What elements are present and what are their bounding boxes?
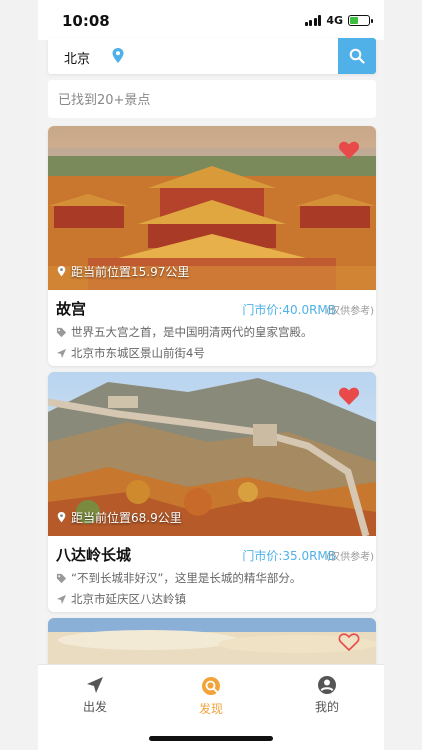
network-type: 4G	[326, 14, 343, 27]
tag-icon	[56, 327, 67, 337]
distance-label: 距当前位置15.97公里	[56, 263, 189, 280]
navigation-arrow-icon	[56, 594, 67, 604]
tab-discover[interactable]: 发现	[176, 675, 246, 717]
description-row: 世界五大宫之首，是中国明清两代的皇家宫殿。	[56, 324, 376, 340]
app-screen: 10:08 4G 北京 已找到20+景点 距当前位置15.97公里 故宫 门市价…	[38, 0, 384, 750]
tab-mine[interactable]: 我的	[292, 675, 362, 715]
tab-depart[interactable]: 出发	[60, 675, 130, 715]
battery-icon	[348, 15, 373, 26]
description-row: “不到长城非好汉”，这里是长城的精华部分。	[56, 570, 376, 586]
city-selector[interactable]: 北京	[64, 48, 90, 67]
ticket-price: 门市价:35.0RMB	[242, 549, 336, 563]
ticket-price: 门市价:40.0RMB	[242, 303, 336, 317]
home-indicator[interactable]	[149, 736, 273, 741]
distance-text: 距当前位置15.97公里	[71, 265, 190, 279]
price-note: (仅供参考)	[326, 552, 374, 563]
navigation-arrow-icon	[87, 677, 103, 693]
search-button[interactable]	[338, 38, 376, 74]
tag-icon	[56, 573, 67, 583]
tab-label: 我的	[314, 700, 339, 714]
results-count: 已找到20+景点	[48, 80, 376, 118]
scenic-info: 故宫 门市价:40.0RMB (仅供参考) 世界五大宫之首，是中国明清两代的皇家…	[48, 290, 376, 366]
favorite-heart-outline-icon[interactable]	[338, 632, 360, 652]
user-icon	[318, 676, 336, 694]
discover-search-icon	[202, 677, 220, 695]
favorite-heart-icon[interactable]	[338, 386, 360, 406]
scenic-info: 八达岭长城 门市价:35.0RMB (仅供参考) “不到长城非好汉”，这里是长城…	[48, 536, 376, 612]
location-pin-icon	[57, 266, 66, 277]
address-row: 北京市延庆区八达岭镇	[56, 591, 376, 607]
distance-text: 距当前位置68.9公里	[71, 511, 182, 525]
location-pin-icon[interactable]	[110, 47, 126, 65]
navigation-arrow-icon	[56, 348, 67, 358]
scenic-address: 北京市东城区景山前街4号	[71, 346, 205, 360]
distance-label: 距当前位置68.9公里	[56, 509, 182, 526]
scenic-address: 北京市延庆区八达岭镇	[71, 592, 186, 606]
signal-icon	[304, 15, 322, 26]
scenic-card[interactable]: 距当前位置15.97公里 故宫 门市价:40.0RMB (仅供参考) 世界五大宫…	[48, 126, 376, 366]
scenic-photo: 距当前位置68.9公里	[48, 372, 376, 536]
status-bar: 10:08 4G	[38, 0, 384, 40]
price-note: (仅供参考)	[326, 306, 374, 317]
location-pin-icon	[57, 512, 66, 523]
status-time: 10:08	[62, 12, 110, 30]
scenic-photo: 距当前位置15.97公里	[48, 126, 376, 290]
scenic-description: 世界五大宫之首，是中国明清两代的皇家宫殿。	[71, 325, 313, 339]
search-icon	[349, 48, 365, 64]
status-indicators: 4G	[304, 14, 373, 27]
scenic-card[interactable]: 距当前位置68.9公里 八达岭长城 门市价:35.0RMB (仅供参考) “不到…	[48, 372, 376, 612]
tab-label: 发现	[198, 702, 223, 716]
favorite-heart-icon[interactable]	[338, 140, 360, 160]
search-bar[interactable]: 北京	[48, 38, 376, 74]
address-row: 北京市东城区景山前街4号	[56, 345, 376, 361]
tab-label: 出发	[82, 700, 107, 714]
scenic-description: “不到长城非好汉”，这里是长城的精华部分。	[71, 571, 302, 585]
